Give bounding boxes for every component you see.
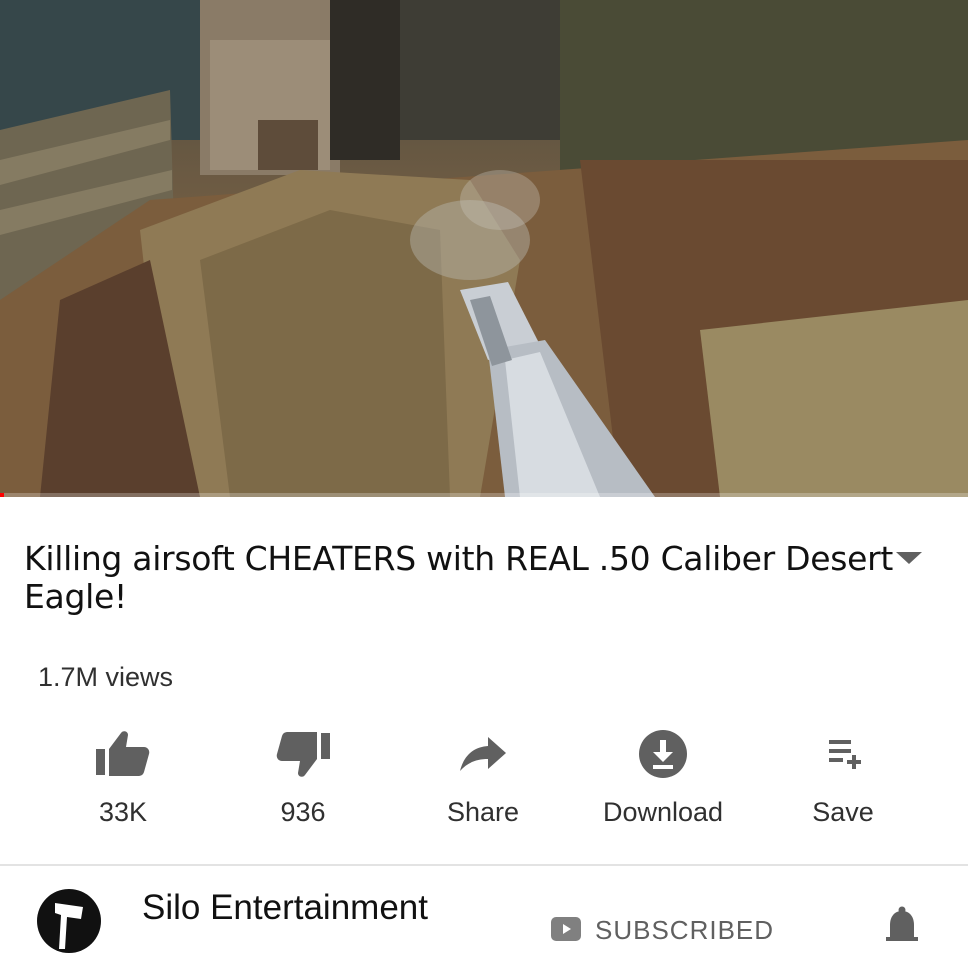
video-progress-track[interactable] bbox=[0, 493, 968, 497]
share-label: Share bbox=[446, 797, 520, 827]
expand-description-icon[interactable] bbox=[896, 552, 922, 564]
video-progress-fill bbox=[0, 493, 4, 497]
view-count: 1.7M views bbox=[38, 662, 174, 692]
youtube-play-icon bbox=[551, 917, 581, 941]
subscribed-button[interactable]: SUBSCRIBED bbox=[551, 907, 774, 947]
save-button[interactable]: Save bbox=[753, 727, 933, 837]
dislike-button[interactable]: 936 bbox=[213, 727, 393, 837]
thumbs-down-icon bbox=[276, 732, 330, 777]
thumbs-up-icon bbox=[96, 731, 150, 776]
channel-name[interactable]: Silo Entertainment bbox=[142, 888, 428, 928]
video-frame-scene bbox=[0, 0, 968, 497]
section-divider bbox=[0, 864, 968, 866]
download-button[interactable]: Download bbox=[573, 727, 753, 837]
add-to-playlist-icon bbox=[829, 740, 861, 769]
download-icon bbox=[639, 730, 687, 778]
save-label: Save bbox=[812, 797, 874, 827]
video-player[interactable] bbox=[0, 0, 968, 497]
subscribed-label: SUBSCRIBED bbox=[595, 915, 775, 945]
action-bar: 33K 936 Share Download Save bbox=[33, 727, 933, 837]
download-label: Download bbox=[602, 797, 724, 827]
notification-bell-icon[interactable] bbox=[880, 903, 924, 947]
channel-avatar[interactable] bbox=[37, 889, 101, 953]
share-button[interactable]: Share bbox=[393, 727, 573, 837]
like-button[interactable]: 33K bbox=[33, 727, 213, 837]
channel-logo-icon bbox=[55, 903, 83, 949]
share-arrow-icon bbox=[460, 737, 506, 771]
dislike-count: 936 bbox=[280, 797, 326, 827]
video-title[interactable]: Killing airsoft CHEATERS with REAL .50 C… bbox=[24, 540, 904, 616]
like-count: 33K bbox=[98, 797, 148, 827]
